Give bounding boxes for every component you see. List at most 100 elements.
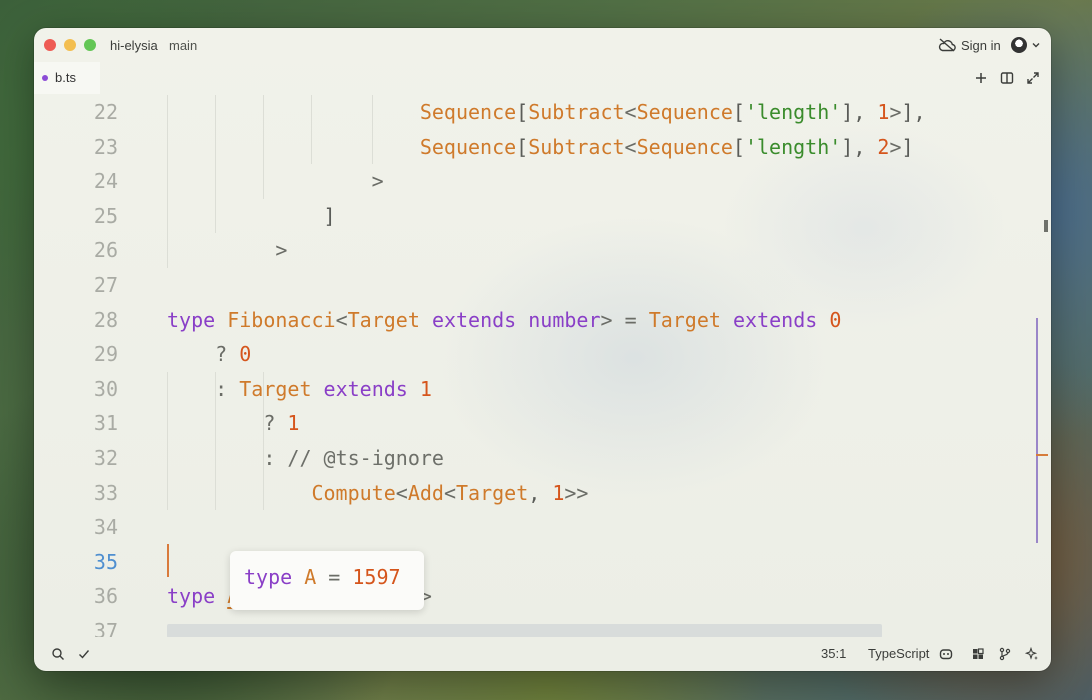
code-line[interactable]: type Fibonacci<Target extends number> = … — [167, 303, 841, 338]
code-token: number — [528, 307, 601, 332]
code-token: Target — [239, 376, 324, 401]
code-line[interactable]: : // @ts-ignore — [263, 441, 444, 476]
code-line[interactable]: ? 0 — [215, 337, 251, 372]
tab-b-ts[interactable]: b.ts — [34, 62, 100, 94]
code-line[interactable]: ? 1 — [263, 406, 299, 441]
indent-guide — [263, 475, 265, 511]
title-bar: hi-elysia main Sign in — [34, 28, 1051, 62]
plus-icon[interactable] — [974, 71, 988, 85]
code-token: Target — [648, 307, 733, 332]
code-token: Compute — [311, 480, 396, 505]
line-number: 36 — [93, 584, 118, 609]
line-number: 35 — [93, 549, 118, 574]
indent-guide — [167, 371, 168, 511]
code-token: > = — [600, 307, 649, 332]
code-token: 1 — [287, 411, 300, 436]
zoom-window-button[interactable] — [84, 39, 96, 51]
language-mode[interactable]: TypeScript — [868, 646, 929, 661]
code-token: ? — [263, 411, 288, 436]
code-token: < — [443, 480, 456, 505]
line-number-gutter: 22 23 24 25 26 27 28 29 30 31 32 33 34 35 36 37 — [34, 94, 118, 637]
avatar[interactable] — [1011, 37, 1027, 53]
code-token: , — [528, 480, 553, 505]
tab-bar: b.ts — [34, 62, 1051, 94]
code-token: < — [335, 307, 348, 332]
line-number: 27 — [93, 273, 118, 297]
code-token: 'length' — [744, 100, 842, 124]
code-editor[interactable]: 22 23 24 25 26 27 28 29 30 31 32 33 34 35 36 37 Sequenc… — [34, 94, 1051, 637]
code-token: 1 — [877, 100, 890, 124]
git-branch-icon[interactable] — [998, 647, 1012, 661]
sparkle-icon[interactable] — [1025, 647, 1039, 661]
chevron-down-icon[interactable] — [1031, 40, 1041, 50]
scrollbar-thumb[interactable] — [1036, 318, 1038, 543]
code-token: >> — [564, 480, 589, 505]
code-token: [ — [732, 100, 745, 124]
code-line[interactable]: Sequence[Subtract<Sequence['length'], 2>… — [420, 130, 914, 165]
code-line[interactable]: ] — [324, 199, 336, 234]
code-token: [ — [516, 100, 529, 124]
tab-label: b.ts — [55, 70, 76, 85]
line-number: 34 — [93, 515, 118, 540]
code-line[interactable]: Compute<Add<Target, 1>> — [311, 476, 588, 511]
project-name[interactable]: hi-elysia — [110, 38, 158, 53]
code-token: extends — [732, 307, 830, 332]
code-line[interactable]: : Target extends 1 — [215, 372, 432, 407]
horizontal-scrollbar[interactable] — [167, 624, 882, 637]
code-token: > — [889, 100, 902, 124]
code-token: // @ts-ignore — [287, 446, 444, 470]
line-number: 28 — [93, 307, 118, 332]
code-token: Sequence — [419, 100, 517, 124]
code-line[interactable]: Sequence[Subtract<Sequence['length'], 1>… — [420, 95, 926, 130]
extensions-icon[interactable] — [971, 647, 985, 661]
code-token: > — [275, 238, 288, 263]
line-number: 25 — [93, 203, 118, 228]
check-icon[interactable] — [77, 647, 91, 661]
code-token: ? — [215, 342, 240, 367]
branch-name[interactable]: main — [169, 38, 197, 53]
indent-guide — [311, 95, 313, 165]
code-token: [ — [732, 134, 745, 159]
code-token: : — [215, 376, 240, 401]
search-icon[interactable] — [51, 647, 65, 661]
split-pane-icon[interactable] — [1000, 71, 1014, 85]
copilot-icon[interactable] — [939, 647, 953, 661]
code-line[interactable]: > — [275, 233, 287, 268]
line-number: 32 — [93, 446, 118, 470]
minimize-window-button[interactable] — [64, 39, 76, 51]
expand-icon[interactable] — [1026, 71, 1040, 85]
sign-in-button[interactable]: Sign in — [961, 38, 1001, 53]
code-token: 1597 — [352, 565, 401, 589]
code-token: 1 — [552, 480, 565, 505]
text-cursor — [167, 544, 169, 577]
hover-tooltip: type A = 1597 — [230, 551, 424, 610]
code-token: type — [167, 307, 228, 332]
code-token: < — [624, 134, 637, 159]
code-token: 1 — [419, 376, 432, 401]
code-token: Sequence — [419, 134, 517, 159]
scrollbar-marker — [1036, 454, 1048, 456]
line-number: 22 — [93, 100, 118, 124]
code-token: extends — [431, 307, 529, 332]
code-token: < — [395, 480, 408, 505]
status-bar: 35:1 TypeScript — [34, 637, 1051, 671]
code-token: ], — [901, 100, 926, 124]
code-token: Subtract — [528, 134, 625, 159]
code-token: Sequence — [636, 134, 733, 159]
code-token: < — [624, 100, 637, 124]
code-token: ], — [841, 100, 878, 124]
code-token: type — [167, 584, 228, 609]
code-token: 0 — [239, 342, 252, 367]
code-token: 0 — [829, 307, 842, 332]
indent-guide — [167, 95, 168, 268]
code-token: ] — [901, 134, 914, 159]
code-token: Sequence — [636, 100, 733, 124]
code-token: extends — [323, 376, 420, 401]
cloud-off-icon — [938, 38, 956, 52]
line-number: 24 — [93, 169, 118, 194]
code-token: ], — [841, 134, 878, 159]
modified-indicator — [42, 75, 48, 81]
cursor-position[interactable]: 35:1 — [821, 646, 846, 661]
close-window-button[interactable] — [44, 39, 56, 51]
code-line[interactable]: > — [372, 164, 384, 199]
